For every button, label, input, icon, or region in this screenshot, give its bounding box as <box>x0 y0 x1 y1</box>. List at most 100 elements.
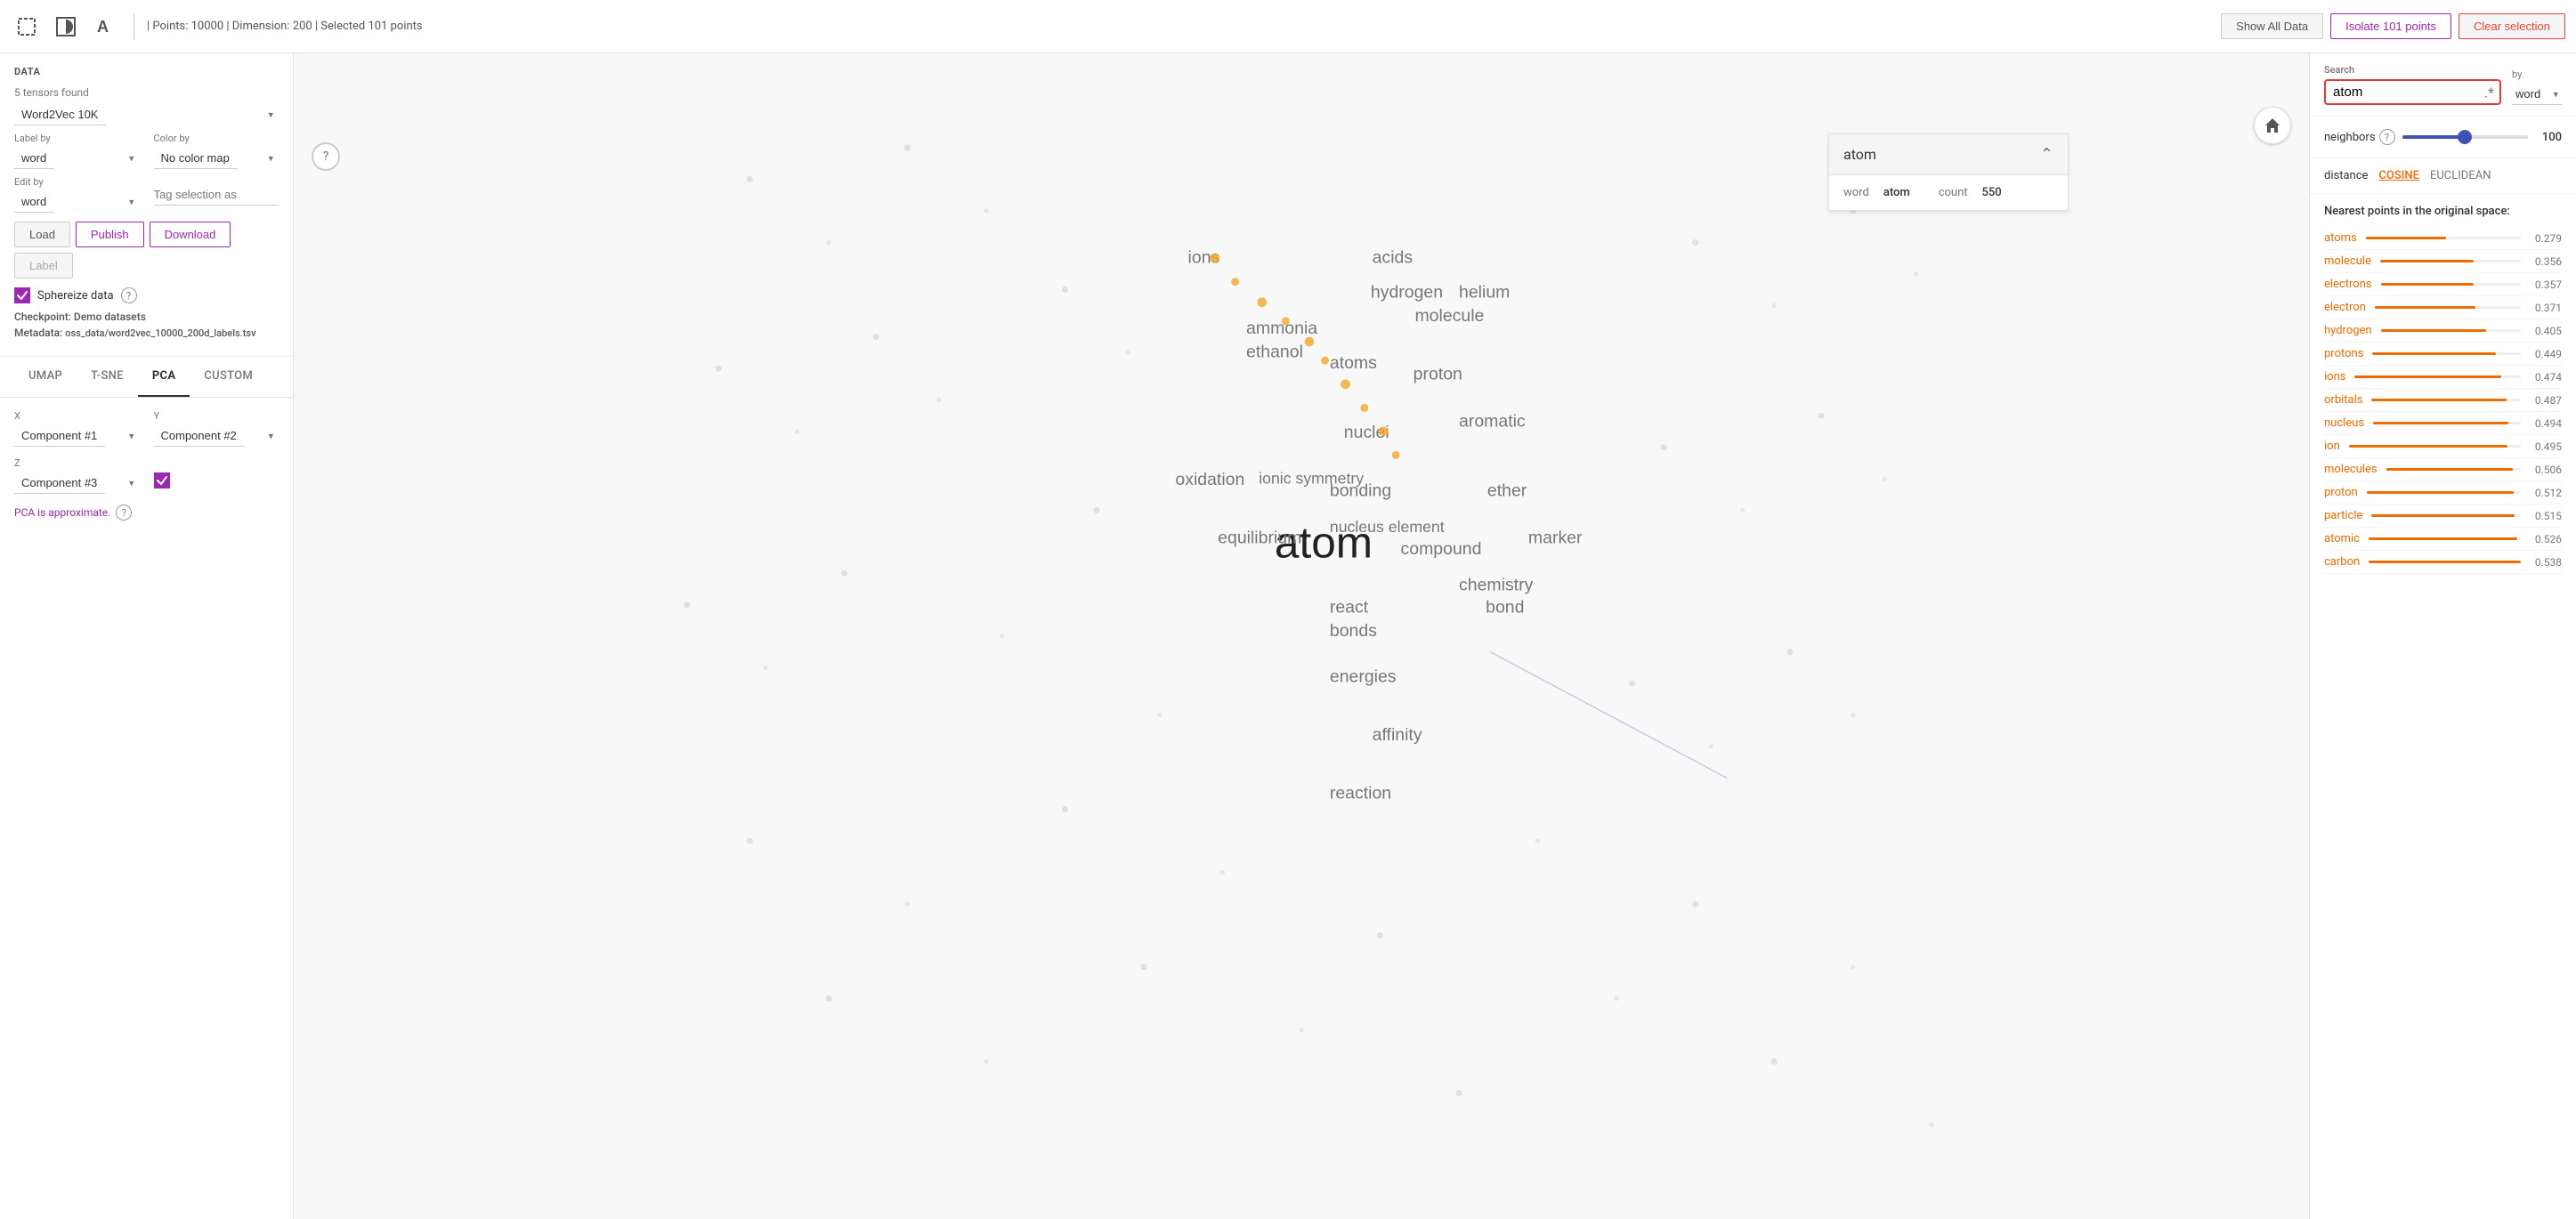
help-button[interactable]: ? <box>312 142 340 171</box>
download-button[interactable]: Download <box>150 222 231 247</box>
nearest-item-name[interactable]: nucleus <box>2324 416 2364 430</box>
tag-selection-input[interactable] <box>154 184 279 206</box>
z-enable-checkbox[interactable] <box>154 472 170 488</box>
nearest-item-bar-wrap <box>2366 237 2521 239</box>
tag-selection-group <box>154 184 279 206</box>
contrast-btn[interactable] <box>50 11 82 43</box>
nearest-item-name[interactable]: molecules <box>2324 463 2378 476</box>
checkpoint-label: Checkpoint: <box>14 311 71 323</box>
nearest-item: ions 0.474 <box>2324 366 2562 389</box>
nearest-item-value: 0.449 <box>2530 348 2562 360</box>
nearest-item-bar-wrap <box>2371 514 2521 517</box>
label-by-label: Label by <box>14 133 140 144</box>
edit-by-select[interactable]: word <box>14 191 54 213</box>
label-by-select[interactable]: word <box>14 148 54 169</box>
nearest-item-name[interactable]: hydrogen <box>2324 324 2372 337</box>
load-button[interactable]: Load <box>14 222 70 247</box>
nearest-item-bar <box>2380 260 2474 262</box>
neighbors-slider[interactable] <box>2402 135 2528 139</box>
label-button[interactable]: Label <box>14 253 73 279</box>
tab-umap[interactable]: UMAP <box>14 357 77 397</box>
color-by-select[interactable]: No color map <box>154 148 238 169</box>
cosine-option[interactable]: COSINE <box>2378 169 2419 182</box>
nearest-item-name[interactable]: electron <box>2324 301 2366 314</box>
metadata-label: Metadata: <box>14 327 62 339</box>
y-axis-select-wrapper: Component #2 <box>154 425 279 447</box>
data-title: DATA <box>14 66 279 77</box>
clear-selection-btn[interactable]: Clear selection <box>2459 13 2565 39</box>
nearest-item-name[interactable]: orbitals <box>2324 393 2362 407</box>
select-rect-btn[interactable] <box>11 11 43 43</box>
nearest-item-name[interactable]: electrons <box>2324 278 2372 291</box>
label-btn[interactable]: A <box>89 11 121 43</box>
sphereize-label: Sphereize data <box>37 289 114 303</box>
nearest-section: Nearest points in the original space: at… <box>2310 194 2576 585</box>
neighbors-value: 100 <box>2535 131 2562 144</box>
isolate-btn[interactable]: Isolate 101 points <box>2330 13 2451 39</box>
left-panel: DATA 5 tensors found Word2Vec 10K Label … <box>0 53 294 1219</box>
svg-text:energies: energies <box>1330 666 1397 686</box>
search-input[interactable] <box>2333 85 2475 100</box>
center-panel[interactable]: atom ions acids hydrogen helium ammonia … <box>294 53 2309 1219</box>
by-select[interactable]: word label index <box>2512 84 2562 105</box>
tensor-select-row: Word2Vec 10K <box>14 104 279 125</box>
z-axis-select[interactable]: Component #3 <box>14 472 105 494</box>
nearest-item-name[interactable]: particle <box>2324 509 2362 522</box>
nearest-item-value: 0.515 <box>2530 510 2562 522</box>
nearest-item-name[interactable]: proton <box>2324 486 2358 499</box>
nearest-item-name[interactable]: ions <box>2324 370 2345 383</box>
x-axis-select[interactable]: Component #1 <box>14 425 105 447</box>
nearest-item-name[interactable]: carbon <box>2324 555 2360 569</box>
pca-note: PCA is approximate. ? <box>14 505 279 521</box>
nearest-item-name[interactable]: molecule <box>2324 254 2371 268</box>
pca-help-icon[interactable]: ? <box>116 505 132 521</box>
sphereize-checkbox[interactable] <box>14 287 30 303</box>
nearest-item-bar <box>2366 237 2446 239</box>
nearest-list: atoms0.279molecule0.356electrons0.357ele… <box>2324 227 2562 574</box>
nearest-item: ion0.495 <box>2324 435 2562 458</box>
nearest-item-name[interactable]: ion <box>2324 440 2340 453</box>
y-axis-select[interactable]: Component #2 <box>154 425 245 447</box>
checkpoint-row: Checkpoint: Demo datasets <box>14 311 279 323</box>
nearest-item: atoms0.279 <box>2324 227 2562 250</box>
neighbors-help-icon[interactable]: ? <box>2379 129 2395 145</box>
publish-button[interactable]: Publish <box>76 222 144 247</box>
nearest-item-value: 0.405 <box>2530 325 2562 337</box>
nearest-item-bar-wrap <box>2380 260 2521 262</box>
metadata-value: oss_data/word2vec_10000_200d_labels.tsv <box>65 327 255 339</box>
home-button[interactable] <box>2254 107 2291 144</box>
show-all-btn[interactable]: Show All Data <box>2221 13 2323 39</box>
nearest-item-bar-wrap <box>2372 352 2521 355</box>
tab-pca[interactable]: PCA <box>138 357 190 397</box>
nearest-item-bar-wrap <box>2369 561 2521 563</box>
nearest-item: orbitals0.487 <box>2324 389 2562 412</box>
euclidean-option[interactable]: EUCLIDEAN <box>2430 169 2491 182</box>
tab-tsne[interactable]: T-SNE <box>77 357 138 397</box>
search-box: .* <box>2324 79 2501 105</box>
search-clear-icon[interactable]: .* <box>2484 84 2494 101</box>
nearest-item-value: 0.512 <box>2530 487 2562 499</box>
edit-row: Edit by word <box>14 176 279 213</box>
nearest-item-name[interactable]: protons <box>2324 347 2363 360</box>
svg-text:acids: acids <box>1373 247 1414 267</box>
search-section: Search .* by word label index <box>2310 53 2576 117</box>
nearest-item: carbon0.538 <box>2324 551 2562 574</box>
neighbors-slider-wrap <box>2402 135 2528 139</box>
atom-card-close[interactable]: ⌃ <box>2040 145 2054 164</box>
edit-by-label: Edit by <box>14 176 140 188</box>
nearest-item-name[interactable]: atomic <box>2324 532 2360 545</box>
tensor-select[interactable]: Word2Vec 10K <box>14 104 106 125</box>
nearest-item-bar <box>2349 445 2507 448</box>
sphereize-help-icon[interactable]: ? <box>121 287 137 303</box>
nearest-item-name[interactable]: atoms <box>2324 231 2357 245</box>
nearest-item-value: 0.474 <box>2530 371 2562 383</box>
nearest-item-bar <box>2371 514 2514 517</box>
svg-text:A: A <box>97 18 109 36</box>
tab-custom[interactable]: CUSTOM <box>190 357 267 397</box>
nearest-item-value: 0.357 <box>2530 279 2562 291</box>
tensors-count: 5 tensors found <box>14 86 279 99</box>
scatter-plot[interactable]: atom ions acids hydrogen helium ammonia … <box>294 53 2309 1219</box>
nearest-item-bar-wrap <box>2349 445 2521 448</box>
nearest-item: proton 0.512 <box>2324 481 2562 505</box>
nearest-item-value: 0.371 <box>2530 302 2562 314</box>
